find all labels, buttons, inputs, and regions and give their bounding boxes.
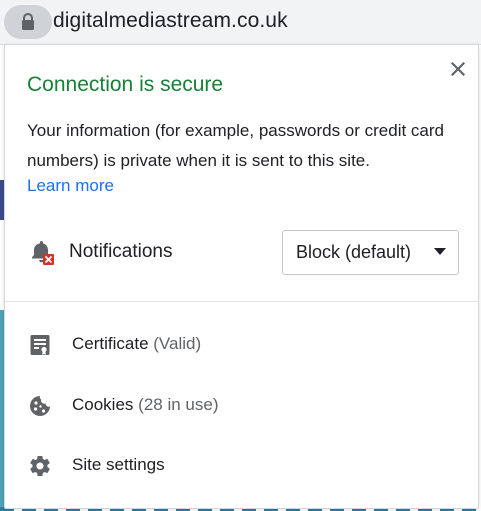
learn-more-link[interactable]: Learn more xyxy=(27,176,114,196)
cookies-label-group: Cookies (28 in use) xyxy=(72,395,218,415)
certificate-status: (Valid) xyxy=(153,334,202,353)
close-icon xyxy=(451,62,465,76)
connection-description: Your information (for example, passwords… xyxy=(27,121,444,170)
cookies-label: Cookies xyxy=(72,395,134,414)
cookies-count: (28 in use) xyxy=(138,395,219,414)
cookie-icon xyxy=(30,396,50,416)
certificate-icon xyxy=(30,335,50,355)
notifications-label: Notifications xyxy=(69,241,173,262)
lock-icon xyxy=(22,13,34,30)
omnibox-url[interactable]: digitalmediastream.co.uk xyxy=(53,9,288,33)
certificate-row[interactable]: Certificate (Valid) xyxy=(5,317,478,371)
omnibox[interactable]: digitalmediastream.co.uk xyxy=(0,0,481,45)
certificate-label-group: Certificate (Valid) xyxy=(72,334,201,354)
cookies-row[interactable]: Cookies (28 in use) xyxy=(5,378,478,432)
notifications-permission-value: Block (default) xyxy=(296,242,412,262)
site-settings-label: Site settings xyxy=(72,455,165,474)
section-divider xyxy=(5,301,478,302)
certificate-label: Certificate xyxy=(72,334,149,353)
site-info-button[interactable] xyxy=(4,5,52,39)
connection-status-title: Connection is secure xyxy=(27,73,224,96)
site-settings-row[interactable]: Site settings xyxy=(5,438,478,492)
page: digitalmediastream.co.uk Connection is s… xyxy=(0,0,481,511)
gear-icon xyxy=(30,456,50,477)
notifications-permission-select[interactable]: Block (default) xyxy=(282,230,459,275)
notifications-blocked-icon xyxy=(32,241,54,265)
dropdown-arrow-icon xyxy=(434,248,446,255)
close-button[interactable] xyxy=(443,57,473,81)
